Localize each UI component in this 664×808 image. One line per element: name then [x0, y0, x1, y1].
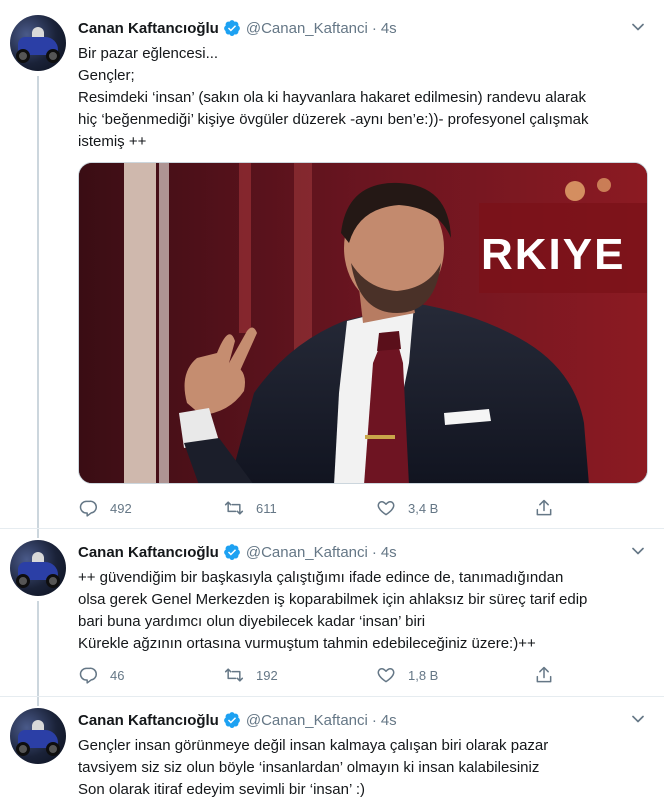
tweet-text: Bir pazar eğlencesi... Gençler; Resimdek… [78, 43, 648, 153]
like-icon [377, 668, 395, 683]
tweet-line: hiç ‘beğenmediği’ kişiye övgüler düzerek… [78, 111, 589, 128]
author-handle[interactable]: @Canan_Kaftanci [246, 544, 368, 561]
reply-icon [79, 667, 97, 684]
author-name[interactable]: Canan Kaftancıoğlu [78, 20, 219, 37]
author-handle[interactable]: @Canan_Kaftanci [246, 712, 368, 729]
thread-line [37, 76, 39, 528]
tweet-line: ++ güvendiğim bir başkasıyla çalıştığımı… [78, 569, 564, 586]
backdrop-text: RKIYE [481, 230, 625, 279]
like-button[interactable]: 1,8 B [376, 665, 438, 685]
reply-count: 492 [110, 500, 132, 516]
retweet-icon [224, 501, 244, 515]
reply-icon [79, 500, 97, 517]
verified-badge-icon [223, 544, 240, 560]
retweet-icon [224, 668, 244, 682]
author-handle[interactable]: @Canan_Kaftanci [246, 20, 368, 37]
avatar[interactable] [10, 15, 66, 71]
chevron-down-icon[interactable] [628, 17, 648, 37]
thread-line [37, 529, 39, 538]
tweet-text: Gençler insan görünmeye değil insan kalm… [78, 735, 648, 801]
tweet-line: istemiş ++ [78, 133, 147, 150]
tweet-line: Resimdeki ‘insan’ (sakın ola ki hayvanla… [78, 89, 587, 106]
tweet-line: olsa gerek Genel Merkezden iş koparabilm… [78, 591, 588, 608]
share-button[interactable] [534, 665, 566, 685]
timestamp[interactable]: 4s [381, 544, 397, 561]
tweet-line: Son olarak itiraf edeyim sevimli bir ‘in… [78, 781, 366, 798]
share-icon [536, 499, 552, 516]
retweet-button[interactable]: 611 [224, 498, 277, 518]
separator-dot: · [371, 19, 377, 37]
thread-line [37, 601, 39, 696]
reply-button[interactable]: 492 [78, 498, 132, 518]
tweet-1[interactable]: Canan Kaftancıoğlu @Canan_Kaftanci · 4s … [0, 0, 664, 528]
tweet-3[interactable]: Canan Kaftancıoğlu @Canan_Kaftanci · 4s … [0, 697, 664, 808]
tweet-actions: 492 611 3,4 B [78, 496, 558, 520]
like-count: 3,4 B [408, 500, 439, 516]
like-button[interactable]: 3,4 B [376, 498, 438, 518]
avatar[interactable] [10, 708, 66, 764]
like-count: 1,8 B [408, 667, 439, 683]
share-icon [536, 666, 552, 683]
retweet-button[interactable]: 192 [224, 665, 278, 685]
tweet-photo[interactable]: RKIYE [78, 162, 648, 484]
tweet-line: Gençler; [78, 67, 135, 84]
tweet-header: Canan Kaftancıoğlu @Canan_Kaftanci · 4s [78, 541, 648, 563]
timestamp[interactable]: 4s [381, 712, 397, 729]
retweet-count: 192 [256, 667, 278, 683]
share-button[interactable] [534, 498, 566, 518]
thread-line [37, 697, 39, 706]
tweet-2[interactable]: Canan Kaftancıoğlu @Canan_Kaftanci · 4s … [0, 529, 664, 696]
tweet-line: Kürekle ağzının ortasına vurmuştum tahmi… [78, 635, 536, 652]
author-name[interactable]: Canan Kaftancıoğlu [78, 544, 219, 561]
reply-count: 46 [110, 667, 125, 683]
chevron-down-icon[interactable] [628, 541, 648, 561]
like-icon [377, 501, 395, 516]
tweet-actions: 46 192 1,8 B [78, 663, 558, 687]
tweet-header: Canan Kaftancıoğlu @Canan_Kaftanci · 4s [78, 709, 648, 731]
retweet-count: 611 [256, 500, 277, 516]
tweet-text: ++ güvendiğim bir başkasıyla çalıştığımı… [78, 567, 648, 655]
tweet-line: bari buna yardımcı olun diyebilecek kada… [78, 613, 426, 630]
tweet-line: Bir pazar eğlencesi... [78, 45, 219, 62]
chevron-down-icon[interactable] [628, 709, 648, 729]
tweet-line: tavsiyem siz siz olun böyle ‘insanlardan… [78, 759, 540, 776]
separator-dot: · [371, 543, 377, 561]
verified-badge-icon [223, 712, 240, 728]
tweet-line: Gençler insan görünmeye değil insan kalm… [78, 737, 549, 754]
reply-button[interactable]: 46 [78, 665, 124, 685]
separator-dot: · [371, 711, 377, 729]
tweet-header: Canan Kaftancıoğlu @Canan_Kaftanci · 4s [78, 17, 648, 39]
verified-badge-icon [223, 20, 240, 36]
author-name[interactable]: Canan Kaftancıoğlu [78, 712, 219, 729]
photo-man-gesturing: RKIYE [79, 163, 647, 483]
avatar[interactable] [10, 540, 66, 596]
timestamp[interactable]: 4s [381, 20, 397, 37]
